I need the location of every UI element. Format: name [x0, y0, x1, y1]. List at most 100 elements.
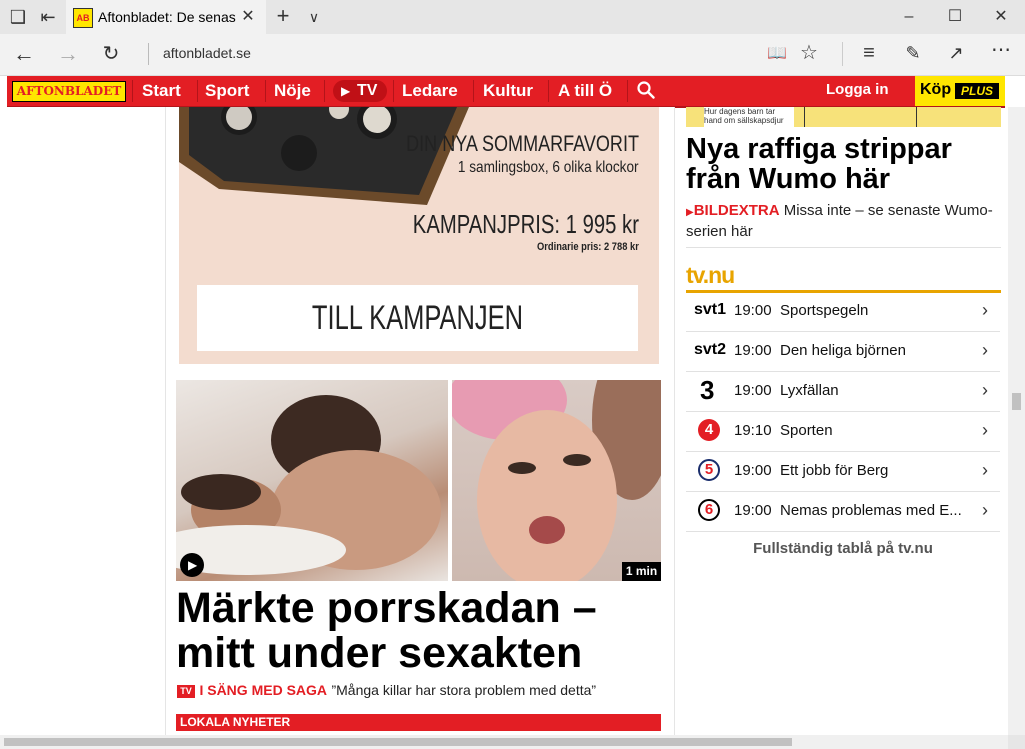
- close-tab-icon[interactable]: ✕: [238, 7, 258, 27]
- maximize-button[interactable]: ☐: [932, 0, 978, 34]
- back-arrow-icon[interactable]: ←: [12, 43, 36, 65]
- tv-listing-row[interactable]: 4 19:10 Sporten ›: [686, 412, 1000, 452]
- tv-listing-row[interactable]: svt2 19:00 Den heliga björnen ›: [686, 332, 1000, 372]
- buy-label: Köp: [920, 81, 952, 98]
- chevron-right-icon: ›: [982, 420, 988, 440]
- chevron-right-icon: ›: [982, 380, 988, 400]
- favicon: AB: [73, 8, 93, 28]
- tv-title: Den heliga björnen: [780, 342, 906, 359]
- tv-time: 19:00: [734, 462, 772, 479]
- sidebar-kicker: BILDEXTRA: [693, 202, 780, 219]
- kanal6-logo-icon: 6: [698, 499, 720, 521]
- divider: [842, 42, 843, 66]
- site-logo[interactable]: AFTONBLADET: [12, 81, 126, 102]
- scrollbar-thumb[interactable]: [1012, 393, 1021, 410]
- tab-manager-icon[interactable]: ❑: [8, 7, 28, 27]
- forward-arrow-icon[interactable]: →: [56, 43, 80, 65]
- sidebar-headline[interactable]: Nya raffiga strippar från Wumo här: [686, 134, 1001, 194]
- tvnu-header: tv.nu: [686, 262, 1001, 293]
- set-aside-tabs-icon[interactable]: ⇤: [38, 7, 58, 27]
- logo-text: AFTONBLADET: [16, 84, 122, 98]
- chevron-right-icon: ›: [982, 340, 988, 360]
- svt2-logo-icon: svt2: [694, 341, 727, 358]
- favorite-star-icon[interactable]: ☆: [798, 43, 820, 63]
- site-nav: AFTONBLADET Start Sport Nöje ▶ TV Ledare…: [7, 76, 1005, 108]
- play-icon: ▶: [341, 84, 351, 98]
- tv-listing-row[interactable]: svt1 19:00 Sportspegeln ›: [686, 292, 1000, 332]
- address-bar-row: ← → ↻ aftonbladet.se 📖 ☆ ≡ ✎ ↗ ⋯: [0, 34, 1025, 76]
- tv-time: 19:10: [734, 422, 772, 439]
- web-note-pen-icon[interactable]: ✎: [902, 43, 924, 63]
- tv-listing-row[interactable]: 3 19:00 Lyxfällan ›: [686, 372, 1000, 412]
- share-icon[interactable]: ↗: [945, 43, 967, 63]
- tv-listing-row[interactable]: 6 19:00 Nemas problemas med E... ›: [686, 492, 1000, 532]
- hub-icon[interactable]: ≡: [858, 43, 880, 63]
- nav-start[interactable]: Start: [142, 76, 181, 106]
- close-window-button[interactable]: ✕: [978, 0, 1024, 34]
- play-button[interactable]: ▶: [180, 553, 204, 577]
- new-tab-icon[interactable]: +: [272, 5, 294, 27]
- chevron-right-icon: ›: [982, 300, 988, 320]
- section-label: LOKALA NYHETER: [180, 715, 291, 729]
- article-clip-image[interactable]: 1 min: [452, 380, 661, 581]
- tv-title: Sportspegeln: [780, 302, 869, 319]
- watch-box-image: [179, 107, 469, 205]
- scrollbar-thumb[interactable]: [4, 738, 792, 746]
- play-icon: ▶: [188, 558, 198, 572]
- tab-title: Aftonbladet: De senaste: [98, 9, 236, 25]
- tvnu-logo[interactable]: tv.nu: [686, 262, 735, 289]
- article-kicker: I SÄNG MED SAGA: [199, 682, 328, 698]
- tv-listing-row[interactable]: 5 19:00 Ett jobb för Berg ›: [686, 452, 1000, 492]
- buy-plus-button[interactable]: Köp PLUS: [915, 76, 1005, 106]
- comic-strip-image[interactable]: Hur dagens barn tar hand om sällskapsdju…: [686, 107, 1001, 127]
- ad-ordinary-price: Ordinarie pris: 2 788 kr: [537, 241, 639, 253]
- login-link[interactable]: Logga in: [826, 76, 889, 106]
- tv-title: Ett jobb för Berg: [780, 462, 889, 479]
- couple-photo: [176, 395, 441, 575]
- tv3-logo-icon: 3: [700, 375, 715, 405]
- comic-caption: Hur dagens barn tar hand om sällskapsdju…: [704, 107, 794, 127]
- search-icon[interactable]: [637, 81, 655, 99]
- tv-title: Sporten: [780, 422, 833, 439]
- tvnu-full-schedule-link[interactable]: Fullständig tablå på tv.nu: [686, 540, 1000, 557]
- triangle-icon: ▶: [686, 207, 694, 218]
- article-kicker-row[interactable]: TV I SÄNG MED SAGA ”Många killar har sto…: [177, 682, 667, 700]
- refresh-icon[interactable]: ↻: [99, 44, 123, 64]
- url-field[interactable]: aftonbladet.se: [163, 45, 251, 61]
- horizontal-scrollbar[interactable]: [0, 735, 1008, 749]
- ad-headline: DIN NYA SOMMARFAVORIT: [406, 131, 639, 156]
- tab-strip: ❑ ⇤ AB Aftonbladet: De senaste ✕ + ∨ – ☐…: [0, 0, 1025, 34]
- reading-view-icon[interactable]: 📖: [766, 44, 788, 64]
- nav-tv-label: TV: [357, 82, 378, 99]
- scroll-corner: [1008, 735, 1025, 749]
- divider: [148, 43, 149, 65]
- ad-cta-label: TILL KAMPANJEN: [311, 299, 524, 337]
- article-headline[interactable]: Märkte porrskadan – mitt under sexakten: [176, 586, 666, 676]
- active-tab[interactable]: AB Aftonbladet: De senaste ✕: [66, 0, 266, 34]
- tv4-logo-icon: 4: [698, 419, 720, 441]
- svt1-logo-icon: svt1: [694, 301, 727, 318]
- nav-ledare[interactable]: Ledare: [402, 76, 458, 106]
- tv-time: 19:00: [734, 302, 772, 319]
- tv-time: 19:00: [734, 342, 772, 359]
- divider: [686, 247, 1001, 248]
- nav-sport[interactable]: Sport: [205, 76, 249, 106]
- ad-cta-button[interactable]: TILL KAMPANJEN: [197, 285, 638, 351]
- woman-photo: [452, 380, 661, 581]
- chevron-right-icon: ›: [982, 500, 988, 520]
- nav-tv[interactable]: ▶ TV: [333, 80, 387, 102]
- chevron-right-icon: ›: [982, 460, 988, 480]
- more-menu-icon[interactable]: ⋯: [990, 40, 1012, 60]
- nav-a-till-o[interactable]: A till Ö: [558, 76, 612, 106]
- nav-kultur[interactable]: Kultur: [483, 76, 533, 106]
- minimize-button[interactable]: –: [886, 0, 932, 34]
- tab-preview-chevron-icon[interactable]: ∨: [303, 7, 325, 27]
- plus-badge: PLUS: [955, 83, 999, 99]
- advertisement[interactable]: DIN NYA SOMMARFAVORIT 1 samlingsbox, 6 o…: [179, 107, 659, 364]
- tv-time: 19:00: [734, 502, 772, 519]
- article-video-image[interactable]: ▶: [176, 380, 448, 581]
- nav-noje[interactable]: Nöje: [274, 76, 311, 106]
- vertical-scrollbar[interactable]: [1008, 107, 1025, 735]
- sidebar-teaser-row[interactable]: ▶BILDEXTRA Missa inte – se senaste Wumo-…: [686, 201, 1001, 241]
- ad-price: KAMPANJPRIS: 1 995 kr: [412, 209, 639, 239]
